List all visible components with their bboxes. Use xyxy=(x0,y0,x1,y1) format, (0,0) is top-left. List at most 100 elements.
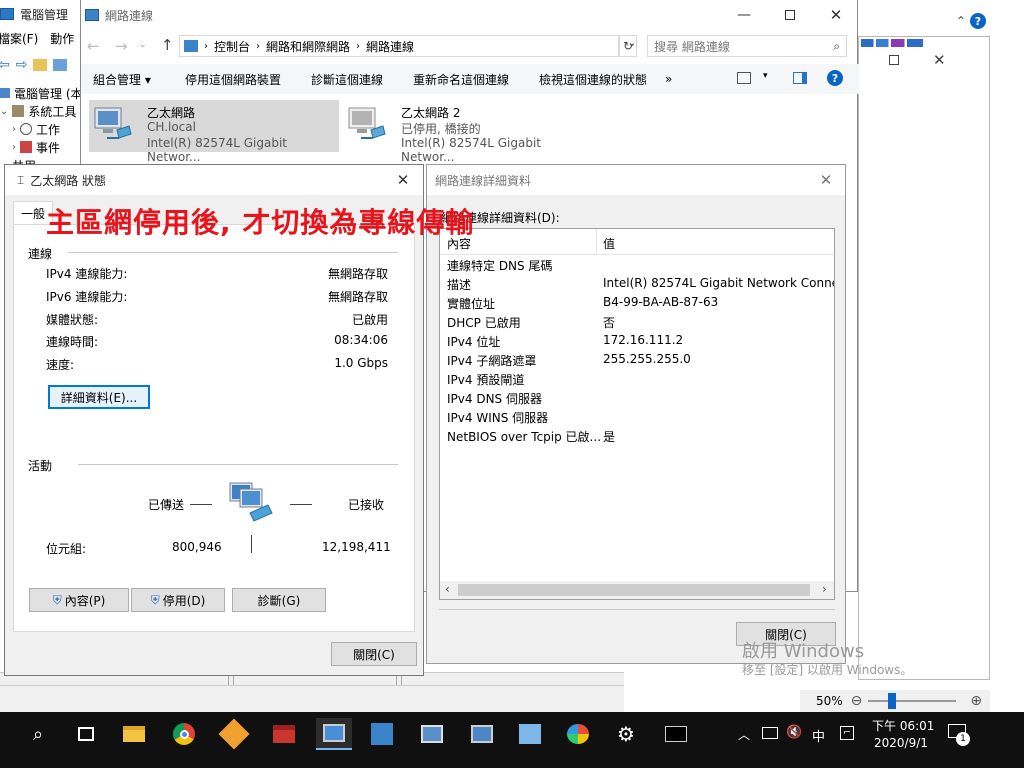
close-button[interactable]: ✕ xyxy=(813,0,859,30)
ime-mode-icon[interactable]: ⌐ xyxy=(840,726,854,740)
view-dropdown-icon[interactable]: ▾ xyxy=(763,71,768,81)
breadcrumb-network-internet[interactable]: 網路和網際網路 xyxy=(266,38,350,55)
search-button[interactable]: ⌕ xyxy=(22,718,54,750)
nav-back-button[interactable]: ← xyxy=(87,37,100,55)
toolbox-icon xyxy=(273,725,295,743)
breadcrumb-network-connections[interactable]: 網路連線 xyxy=(366,38,414,55)
search-input[interactable]: 搜尋 網路連線 xyxy=(654,38,833,55)
nav-up-button[interactable]: ↑ xyxy=(161,36,174,54)
details-row[interactable]: 連線特定 DNS 尾碼 xyxy=(440,255,834,274)
network-settings-button[interactable] xyxy=(366,718,398,750)
file-explorer-button[interactable] xyxy=(118,718,150,750)
pane-scrollbar[interactable] xyxy=(0,685,624,695)
task-view-icon xyxy=(78,727,94,741)
control-panel-button[interactable] xyxy=(514,718,546,750)
minimize-button[interactable]: — xyxy=(721,0,767,30)
volume-muted-icon[interactable]: 🔇 xyxy=(786,725,802,740)
network-status-button[interactable] xyxy=(416,718,448,750)
notification-badge: 1 xyxy=(956,732,970,746)
forward-arrow-icon[interactable]: ⇨ xyxy=(16,57,28,73)
refresh-button[interactable]: ↻ xyxy=(619,35,637,57)
details-row[interactable]: 描述 Intel(R) 82574L Gigabit Network Connec… xyxy=(440,274,834,293)
scroll-left-icon[interactable]: ‹ xyxy=(445,582,450,596)
folder-up-icon[interactable] xyxy=(33,59,48,71)
search-box[interactable]: 搜尋 網路連線 ⌕ xyxy=(647,35,847,57)
menu-file[interactable]: 檔案(F) xyxy=(0,30,38,50)
zoom-slider[interactable] xyxy=(868,693,957,709)
bytes-received-value: 12,198,411 xyxy=(322,540,391,554)
network-adapter-disabled-icon xyxy=(347,104,387,144)
back-arrow-icon[interactable]: ⇦ xyxy=(0,57,10,73)
app-button[interactable] xyxy=(218,718,250,750)
view-status-button[interactable]: 檢視這個連線的狀態 xyxy=(539,71,655,88)
expand-icon[interactable]: ⌄ xyxy=(0,106,8,117)
network-connections-button[interactable] xyxy=(466,718,498,750)
menu-action[interactable]: 動作 xyxy=(50,30,74,50)
details-row[interactable]: IPv4 子網路遮罩 255.255.255.0 xyxy=(440,350,834,369)
console-icon[interactable] xyxy=(53,59,68,71)
column-separator[interactable] xyxy=(596,229,597,255)
command-prompt-button[interactable] xyxy=(660,718,692,750)
nav-forward-button[interactable]: → xyxy=(115,37,128,55)
close-icon: ✕ xyxy=(829,6,843,24)
toolbox-button[interactable] xyxy=(268,718,300,750)
close-button[interactable]: ✕ xyxy=(383,165,423,195)
diagnose-button[interactable]: 診斷(G) xyxy=(232,588,326,612)
network-tray-icon[interactable] xyxy=(762,727,778,739)
zoom-slider-thumb[interactable] xyxy=(888,693,897,709)
computer-management-taskbar-button[interactable] xyxy=(316,718,352,750)
expand-icon[interactable]: › xyxy=(12,142,16,153)
scrollbar-thumb[interactable] xyxy=(458,584,810,596)
details-row[interactable]: 實體位址 B4-99-BA-AB-87-63 xyxy=(440,293,834,312)
paint-button[interactable] xyxy=(562,718,594,750)
details-row[interactable]: IPv4 預設閘道 xyxy=(440,369,834,388)
view-options-icon[interactable] xyxy=(737,72,751,84)
preview-pane-icon[interactable] xyxy=(793,72,807,84)
tray-overflow-icon[interactable]: ︿ xyxy=(738,726,750,743)
zoom-in-button[interactable]: ⊕ xyxy=(970,693,982,709)
maximize-icon[interactable] xyxy=(889,55,899,65)
help-icon[interactable]: ? xyxy=(827,70,843,86)
address-bar[interactable]: › 控制台 › 網路和網際網路 › 網路連線 ⌄ xyxy=(179,35,636,57)
bg-window-help-icon[interactable]: ? xyxy=(970,13,986,29)
disable-button[interactable]: ⛨ 停用(D) xyxy=(131,588,225,612)
clock-time[interactable]: 下午 06:01 xyxy=(872,717,934,734)
sent-label: 已傳送 xyxy=(148,498,185,512)
more-commands-button[interactable]: » xyxy=(665,72,672,86)
details-row[interactable]: NetBIOS over Tcpip 已啟... 是 xyxy=(440,426,834,445)
section-connection-label: 連線 xyxy=(28,247,53,261)
close-icon[interactable]: ✕ xyxy=(933,51,946,69)
details-row[interactable]: IPv4 位址 172.16.111.2 xyxy=(440,331,834,350)
details-row[interactable]: IPv4 WINS 伺服器 xyxy=(440,407,834,426)
notification-center-button[interactable]: 1 xyxy=(948,724,970,746)
expand-icon[interactable]: › xyxy=(12,124,16,135)
diagnose-connection-button[interactable]: 診斷這個連線 xyxy=(311,71,401,88)
bg-window-chevron-icon[interactable]: ⌃ xyxy=(956,14,966,28)
adapter-ethernet[interactable]: 乙太網路 CH.local Intel(R) 82574L Gigabit Ne… xyxy=(89,100,339,164)
clock-date[interactable]: 2020/9/1 xyxy=(874,736,928,750)
column-value-header[interactable]: 值 xyxy=(603,235,615,252)
nav-recent-icon[interactable]: ⌄ xyxy=(139,40,147,50)
disable-device-button[interactable]: 停用這個網路裝置 xyxy=(185,71,299,88)
maximize-button[interactable] xyxy=(767,0,813,30)
horizontal-scrollbar[interactable]: ‹ › xyxy=(440,581,834,599)
settings-button[interactable]: ⚙ xyxy=(610,718,642,750)
close-button[interactable]: 關閉(C) xyxy=(331,642,417,666)
details-row[interactable]: DHCP 已啟用否 xyxy=(440,312,834,331)
details-button[interactable]: 詳細資料(E)... xyxy=(48,385,150,409)
chrome-button[interactable] xyxy=(168,718,200,750)
scroll-right-icon[interactable]: › xyxy=(822,582,827,596)
task-view-button[interactable] xyxy=(70,718,102,750)
ime-indicator[interactable]: 中 xyxy=(812,726,825,745)
details-row[interactable]: IPv4 DNS 伺服器 xyxy=(440,388,834,407)
breadcrumb-control-panel[interactable]: 控制台 xyxy=(214,38,250,55)
zoom-out-button[interactable]: ⊖ xyxy=(851,693,863,709)
breadcrumb-separator-icon: › xyxy=(356,40,361,52)
details-list[interactable]: 內容 值 連線特定 DNS 尾碼 描述 Intel(R) 82574L Gigab… xyxy=(439,228,835,600)
properties-button[interactable]: ⛨ 內容(P) xyxy=(29,588,129,612)
rename-connection-button[interactable]: 重新命名這個連線 xyxy=(413,71,527,88)
search-icon[interactable]: ⌕ xyxy=(833,39,840,54)
organize-button[interactable]: 組合管理 ▾ xyxy=(93,71,173,88)
adapter-ethernet-2[interactable]: 乙太網路 2 已停用, 橋接的 Intel(R) 82574L Gigabit … xyxy=(343,100,593,164)
close-button[interactable]: ✕ xyxy=(807,165,845,195)
